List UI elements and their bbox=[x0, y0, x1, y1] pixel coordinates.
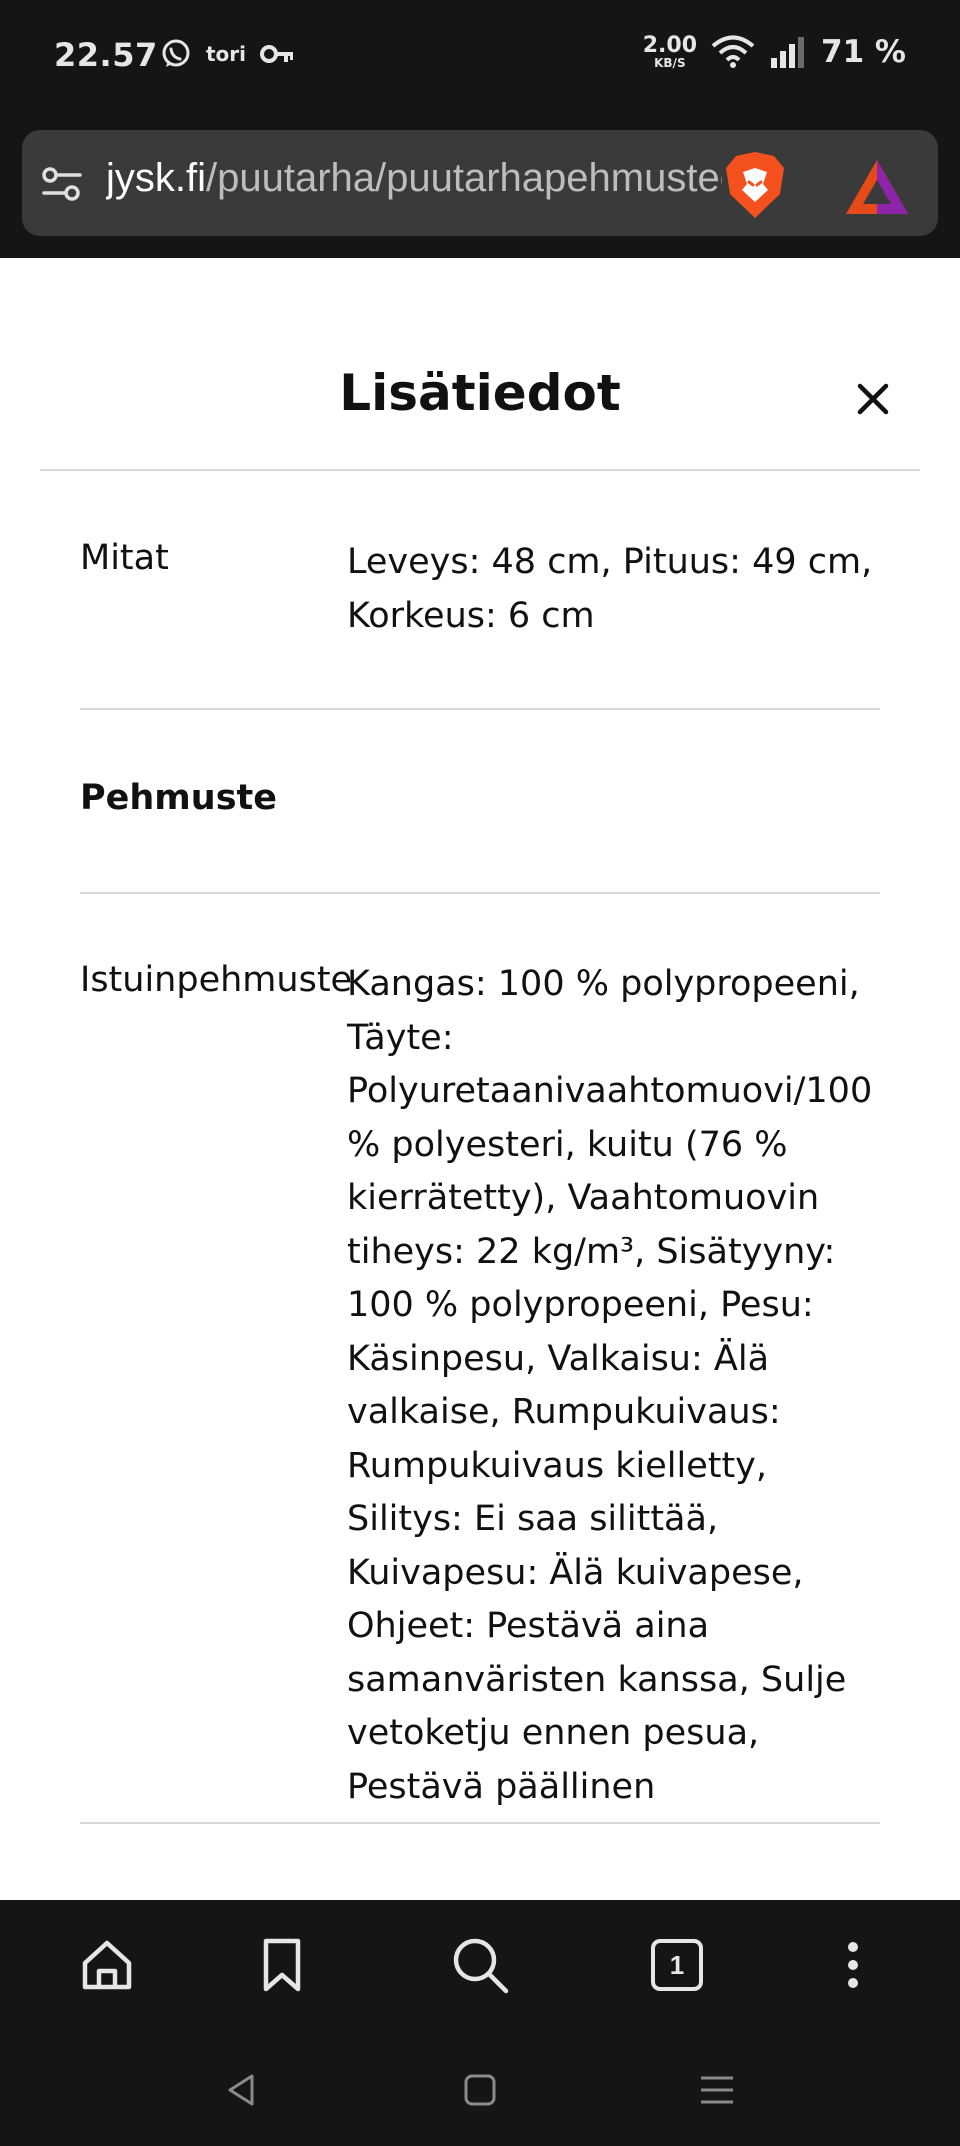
menu-button[interactable] bbox=[820, 1932, 886, 1998]
bookmarks-button[interactable] bbox=[249, 1932, 315, 1998]
whatsapp-icon bbox=[162, 39, 190, 67]
row-divider bbox=[80, 708, 880, 710]
system-indicators: 2.00 KB/S 71 % bbox=[643, 34, 906, 70]
back-icon[interactable] bbox=[222, 2070, 262, 2110]
system-nav-bar bbox=[0, 2030, 960, 2146]
recents-icon[interactable] bbox=[697, 2070, 737, 2110]
site-settings-icon[interactable] bbox=[38, 160, 86, 208]
tabs-icon: 1 bbox=[651, 1939, 703, 1991]
signal-icon bbox=[771, 37, 804, 68]
battery-level: 71 % bbox=[821, 34, 906, 70]
bottom-toolbar: 1 bbox=[0, 1900, 960, 2030]
home-icon bbox=[82, 1940, 132, 1990]
dialog-title: Lisätiedot bbox=[339, 364, 621, 422]
bookmark-icon bbox=[263, 1938, 301, 1992]
url-text[interactable]: jysk.fi/puutarha/puutarhapehmusteet bbox=[106, 156, 722, 201]
wifi-icon bbox=[711, 35, 755, 68]
url-host: jysk.fi bbox=[106, 156, 206, 200]
tabs-button[interactable]: 1 bbox=[644, 1932, 710, 1998]
more-icon bbox=[848, 1942, 858, 1988]
brave-rewards-icon[interactable] bbox=[844, 158, 910, 216]
key-icon bbox=[260, 45, 294, 63]
row-divider bbox=[80, 1822, 880, 1824]
title-divider bbox=[40, 469, 920, 471]
home-square-icon[interactable] bbox=[460, 2070, 500, 2110]
url-path: /puutarha/puutarhapehmusteet bbox=[206, 156, 722, 200]
notification-icons: tori bbox=[160, 38, 294, 70]
browser-toolbar: jysk.fi/puutarha/puutarhapehmusteet bbox=[0, 118, 960, 258]
close-icon[interactable] bbox=[852, 378, 894, 420]
clock: 22.57 bbox=[54, 36, 158, 74]
spec-label-dimensions: Mitat bbox=[80, 538, 169, 578]
status-bar: 22.57 tori 2.00 KB/S 71 % bbox=[0, 0, 960, 118]
spec-value-seat-cushion: Kangas: 100 % polypropeeni, Täyte: Polyu… bbox=[347, 964, 873, 1807]
address-bar[interactable]: jysk.fi/puutarha/puutarhapehmusteet bbox=[22, 130, 938, 236]
spec-value-dimensions: Leveys: 48 cm, Pituus: 49 cm, Korkeus: 6… bbox=[347, 542, 873, 636]
tori-notification: tori bbox=[206, 42, 247, 66]
search-icon bbox=[453, 1938, 509, 1994]
search-button[interactable] bbox=[447, 1932, 513, 1998]
row-divider bbox=[80, 892, 880, 894]
brave-shields-icon[interactable] bbox=[722, 150, 788, 220]
home-button[interactable] bbox=[74, 1932, 140, 1998]
spec-label-seat-cushion: Istuinpehmuste bbox=[80, 960, 353, 1000]
network-speed: 2.00 KB/S bbox=[642, 33, 697, 70]
section-heading-cushion: Pehmuste bbox=[80, 778, 277, 818]
